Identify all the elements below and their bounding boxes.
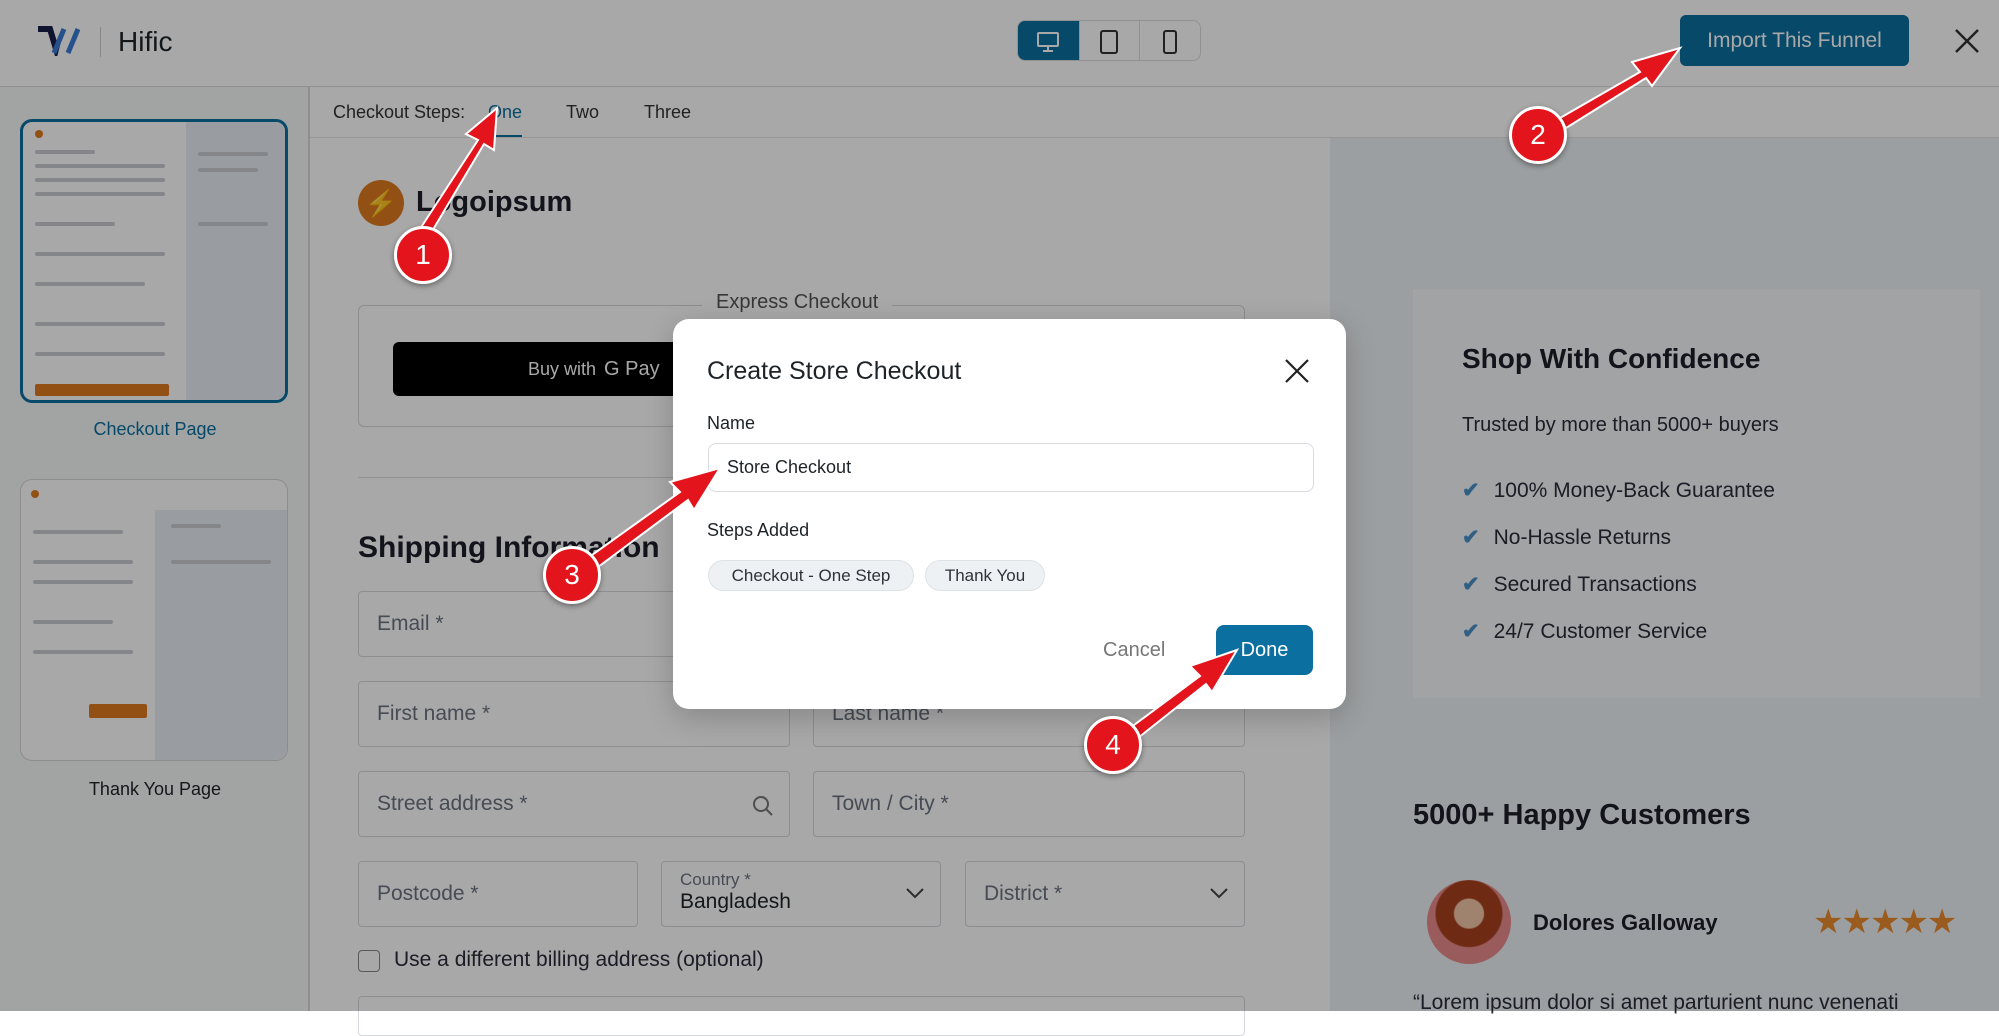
annotation-badge-1: 1 (394, 226, 452, 284)
annotation-arrows (416, 46, 1683, 740)
annotation-badge-4: 4 (1084, 716, 1142, 774)
arrow-3 (583, 466, 723, 572)
annotation-badge-2: 2 (1509, 106, 1567, 164)
arrow-4 (1128, 648, 1240, 740)
arrow-2 (1558, 46, 1683, 130)
arrow-1 (416, 105, 499, 240)
annotation-badge-3: 3 (543, 546, 601, 604)
